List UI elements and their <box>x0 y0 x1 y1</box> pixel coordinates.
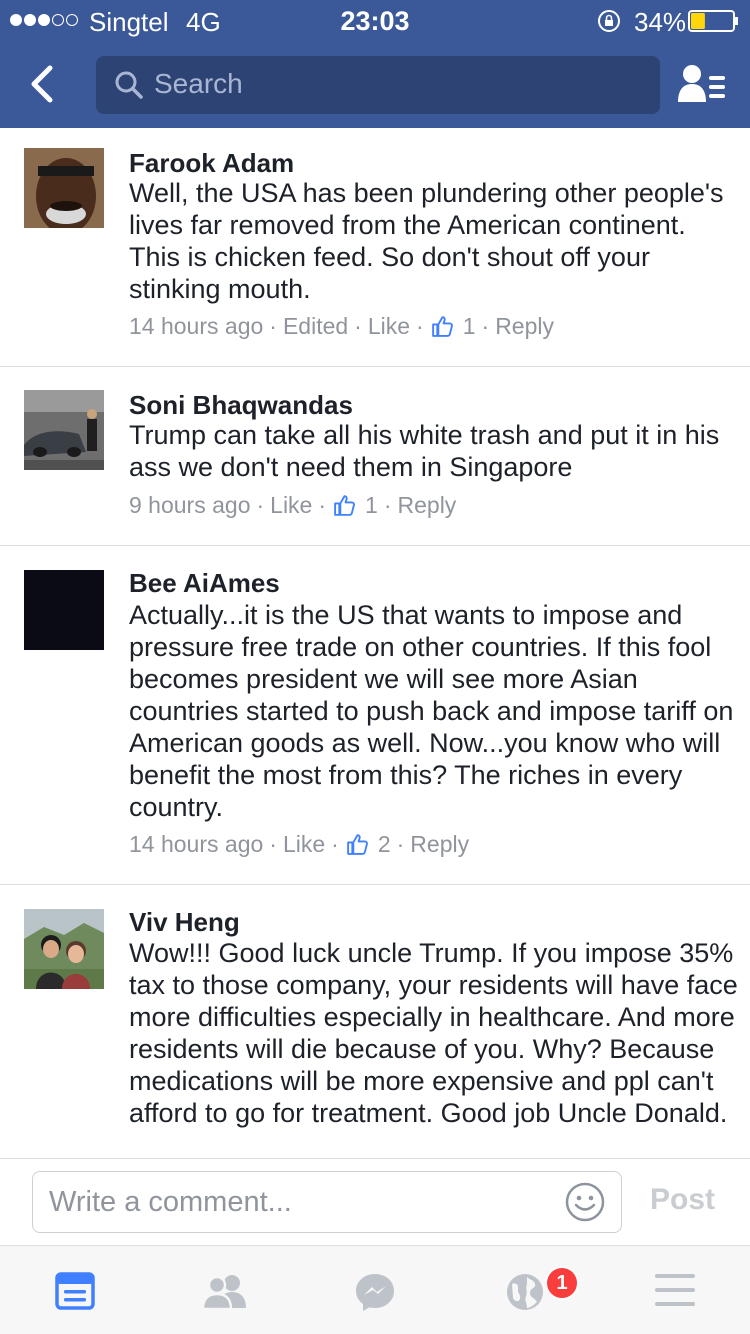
like-button[interactable]: Like <box>270 492 312 519</box>
battery-icon <box>688 10 738 32</box>
like-count: 1 <box>462 313 476 339</box>
comment-text: Well, the USA has been plundering other … <box>129 178 724 304</box>
like-button[interactable]: Like <box>368 313 410 340</box>
status-bar: Singtel 4G 23:03 34% <box>0 0 750 40</box>
friends-list-icon[interactable] <box>676 62 728 106</box>
search-placeholder: Search <box>154 68 243 99</box>
comment-text: Wow!!! Good luck uncle Trump. If you imp… <box>129 938 738 1128</box>
comment-item: Viv Heng Wow!!! Good luck uncle Trump. I… <box>0 885 750 1158</box>
tab-news-feed[interactable] <box>0 1246 150 1334</box>
comments-list[interactable]: Farook Adam Well, the USA has been plund… <box>0 128 750 1158</box>
tab-notifications[interactable] <box>450 1246 600 1334</box>
friends-icon <box>201 1275 246 1310</box>
avatar[interactable] <box>24 390 104 470</box>
tab-bar: 1 <box>0 1246 750 1334</box>
thumbs-up-icon <box>431 316 453 337</box>
back-arrow-icon[interactable] <box>26 64 60 104</box>
search-icon <box>115 71 143 99</box>
search-bar[interactable]: Search <box>96 56 660 114</box>
comment-item: Soni Bhaqwandas Trump can take all his w… <box>0 367 750 546</box>
messenger-icon <box>356 1274 394 1311</box>
commenter-name[interactable]: Farook Adam <box>129 148 294 179</box>
comment-text: Trump can take all his white trash and p… <box>129 420 720 482</box>
comment-composer: Post <box>0 1158 750 1246</box>
post-button[interactable]: Post <box>650 1183 715 1217</box>
comment-timestamp: 14 hours ago <box>129 831 264 857</box>
like-count: 1 <box>365 492 378 518</box>
reply-button[interactable]: Reply <box>398 492 457 519</box>
reply-button[interactable]: Reply <box>410 831 469 858</box>
globe-icon <box>507 1274 543 1310</box>
rotation-lock-icon <box>598 10 620 32</box>
avatar[interactable] <box>24 148 104 228</box>
comment-timestamp: 9 hours ago <box>129 492 251 518</box>
nav-bar: Search <box>0 40 750 128</box>
notification-badge: 1 <box>545 1266 579 1300</box>
tab-messenger[interactable] <box>300 1246 450 1334</box>
tab-friend-requests[interactable] <box>150 1246 300 1334</box>
like-count: 2 <box>377 831 391 857</box>
battery-percent: 34% <box>634 7 687 37</box>
edited-label: Edited <box>282 313 349 339</box>
thumbs-up-icon <box>347 834 368 855</box>
comment-meta: 9 hours ago · Like · 1 · Reply <box>129 492 457 519</box>
comment-item: Farook Adam Well, the USA has been plund… <box>0 128 750 367</box>
commenter-name[interactable]: Bee AiAmes <box>129 568 280 599</box>
comment-meta: 14 hours ago · Edited · Like · 1 · Reply <box>129 313 554 340</box>
avatar[interactable] <box>24 909 104 989</box>
emoji-icon[interactable] <box>564 1181 606 1223</box>
comment-item: Bee AiAmes Actually...it is the US that … <box>0 546 750 885</box>
comment-input[interactable] <box>32 1171 622 1233</box>
comment-meta: 14 hours ago · Like · 2 · Reply <box>129 831 470 858</box>
comment-text: Actually...it is the US that wants to im… <box>129 600 734 822</box>
menu-icon <box>655 1274 695 1306</box>
commenter-name[interactable]: Soni Bhaqwandas <box>129 390 353 421</box>
thumbs-up-icon <box>334 495 355 516</box>
news-feed-icon <box>55 1272 95 1310</box>
reply-button[interactable]: Reply <box>495 313 554 340</box>
commenter-name[interactable]: Viv Heng <box>129 907 240 938</box>
comment-timestamp: 14 hours ago <box>129 313 264 339</box>
avatar[interactable] <box>24 570 104 650</box>
like-button[interactable]: Like <box>283 831 325 858</box>
tab-more[interactable] <box>600 1246 750 1334</box>
